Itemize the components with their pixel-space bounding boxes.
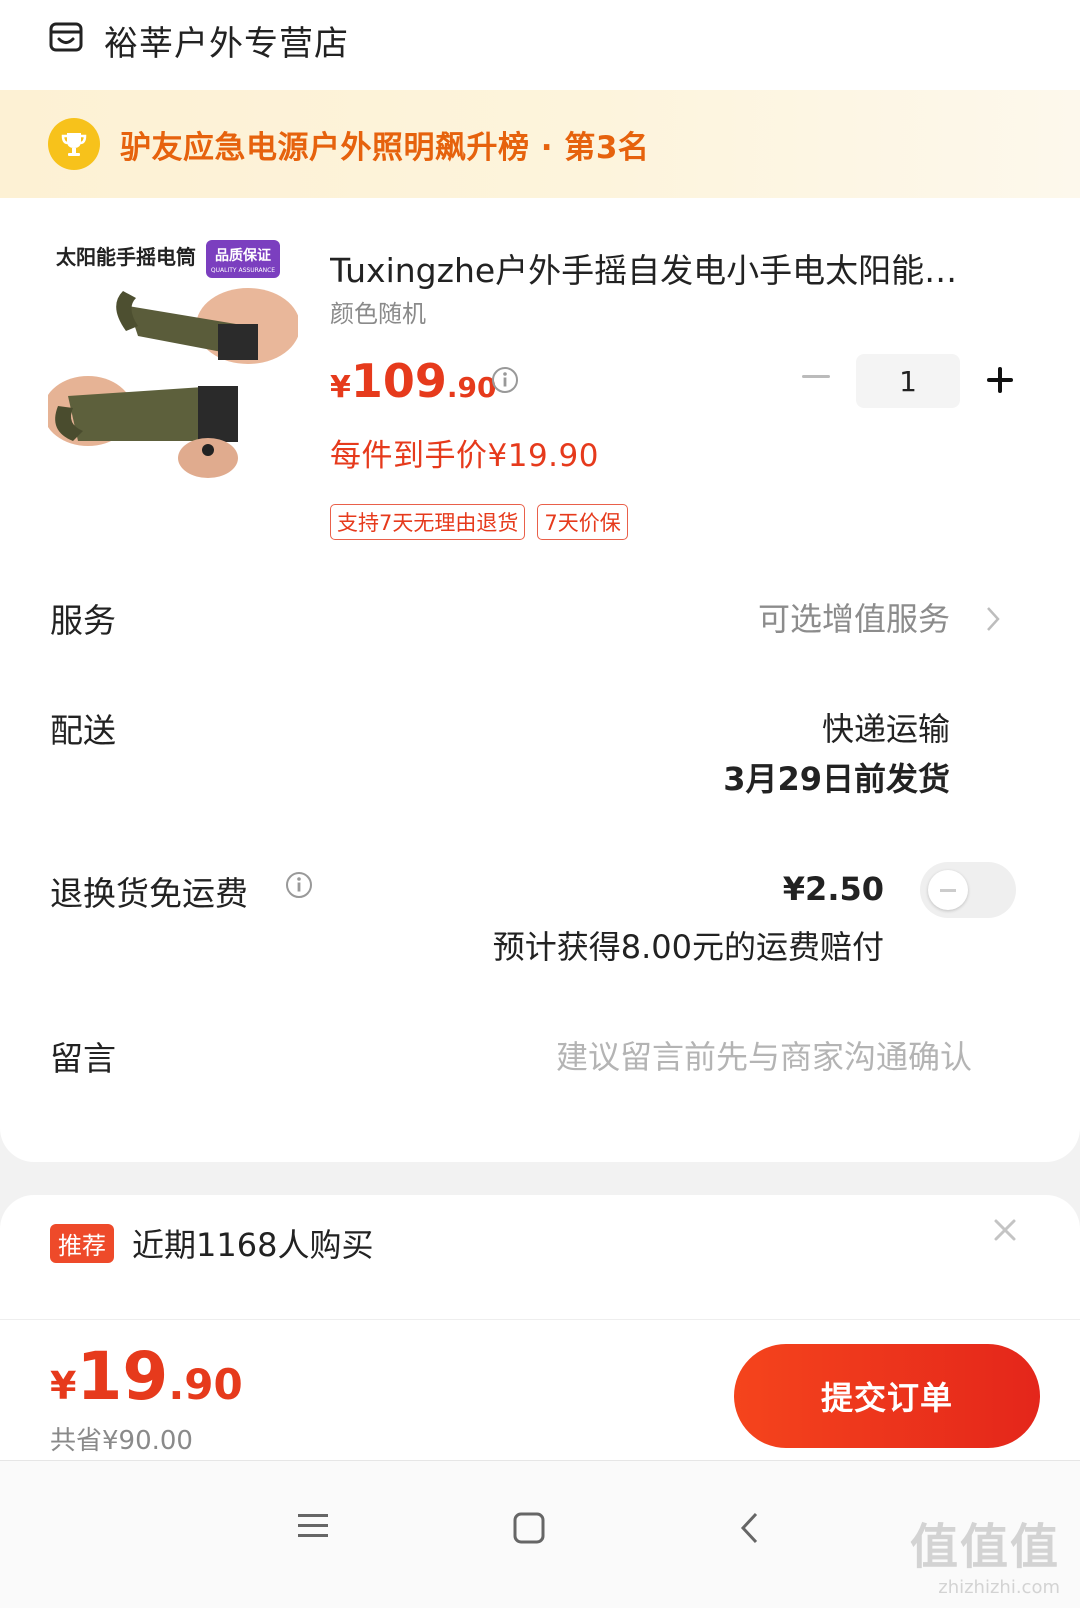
ranking-text: 驴友应急电源户外照明飙升榜 · 第3名 [120,129,650,166]
menu-icon[interactable] [296,1511,330,1545]
message-input[interactable]: 建议留言前先与商家沟通确认 [556,1032,972,1078]
service-value[interactable]: 可选增值服务 [758,594,950,640]
ranking-banner[interactable]: 驴友应急电源户外照明飙升榜 · 第3名 [0,90,1080,198]
product-image-badge-subtext: QUALITY ASSURANCE [211,267,275,274]
close-icon[interactable] [992,1216,1018,1251]
price-integer: 109 [350,354,447,408]
return-shipping-note: 预计获得8.00元的运费赔付 [492,928,884,966]
total-decimal: .90 [168,1360,243,1409]
store-icon [48,20,84,60]
product-image-badge-text: 品质保证 [215,247,271,264]
service-label: 服务 [50,601,116,640]
delivery-label: 配送 [50,711,116,750]
watermark-url: zhizhizhi.com [938,1577,1060,1598]
return-shipping-label: 退换货免运费 [50,874,248,913]
recommend-text: 近期1168人购买 [132,1226,374,1264]
delivery-method: 快递运输 [821,710,950,748]
system-nav-bar: 值值值 zhizhizhi.com [0,1460,1080,1608]
return-shipping-price: ¥2.50 [782,870,884,908]
checkout-bar: ¥19.90 共省¥90.00 提交订单 [0,1320,1080,1460]
recommend-badge: 推荐 [50,1224,114,1263]
trophy-icon [48,118,100,170]
product-price: ¥109.90 [330,354,497,408]
home-icon[interactable] [512,1511,546,1549]
order-card: 裕莘户外专营店 驴友应急电源户外照明飙升榜 · 第3名 太阳能手摇电筒 品质保证… [0,0,1080,1162]
submit-order-button[interactable]: 提交订单 [734,1344,1040,1448]
return-shipping-info-icon[interactable] [284,870,314,904]
delivery-ship-date: 3月29日前发货 [723,760,950,798]
product-title[interactable]: Tuxingzhe户外手摇自发电小手电太阳能… [330,244,1020,292]
saved-amount: 共省¥90.00 [50,1426,193,1456]
quantity-decrease-button[interactable] [800,368,832,384]
tag-return-policy: 支持7天无理由退货 [330,504,526,540]
store-header[interactable]: 裕莘户外专营店 [48,12,349,68]
price-info-icon[interactable] [490,365,520,399]
message-label: 留言 [50,1039,116,1078]
store-name: 裕莘户外专营店 [104,23,349,64]
product-variant[interactable]: 颜色随机 [330,294,426,329]
toggle-knob [928,870,968,910]
price-symbol: ¥ [330,370,351,405]
total-price: ¥19.90 [50,1338,243,1415]
return-shipping-toggle[interactable] [920,862,1016,918]
total-integer: 19 [76,1338,169,1415]
quantity-input[interactable]: 1 [856,354,960,408]
watermark: 值值值 zhizhizhi.com [910,1507,1060,1598]
quantity-increase-button[interactable] [980,360,1020,400]
product-image-brand-text: 太阳能手摇电筒 [56,245,196,269]
back-icon[interactable] [738,1511,762,1549]
product-image[interactable]: 太阳能手摇电筒 品质保证 QUALITY ASSURANCE [48,236,298,486]
watermark-logo: 值值值 [909,1519,1060,1575]
total-symbol: ¥ [50,1364,77,1408]
chevron-right-icon[interactable] [985,605,1001,641]
product-tags: 支持7天无理由退货 7天价保 [330,504,628,540]
tag-price-protection: 7天价保 [537,504,628,540]
unit-price: 每件到手价¥19.90 [330,438,599,474]
